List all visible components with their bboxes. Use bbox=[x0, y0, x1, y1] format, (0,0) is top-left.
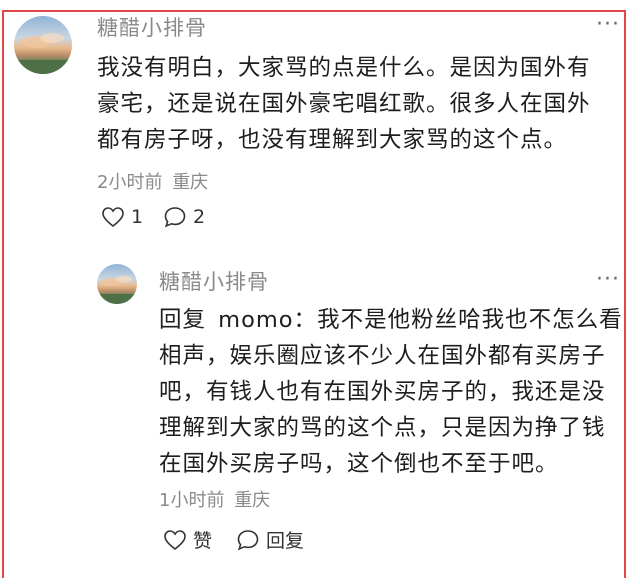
reply-label: 回复 bbox=[266, 530, 305, 552]
like-count: 1 bbox=[131, 206, 144, 228]
sunset-landscape-icon bbox=[14, 33, 72, 74]
reply-count: 2 bbox=[193, 206, 206, 228]
comment-time: 2小时前 bbox=[97, 172, 163, 193]
comment-line: 我没有明白，大家骂的点是什么。是因为国外有 bbox=[97, 55, 591, 81]
reply-count-button[interactable]: 2 bbox=[163, 206, 205, 228]
comment-author[interactable]: 糖醋小排骨 bbox=[97, 12, 207, 42]
avatar[interactable] bbox=[14, 16, 72, 74]
reply-first-line: 回复 momo：我不是他粉丝哈我也不怎么看 bbox=[159, 302, 623, 338]
comment-location: 重庆 bbox=[172, 172, 209, 193]
comment-line: 都有房子呀，也没有理解到大家骂的这个点。 bbox=[97, 127, 568, 153]
reply-line: 理解到大家的骂的这个点，只是因为挣了钱 bbox=[159, 415, 606, 441]
reply-reply-button[interactable]: 回复 bbox=[236, 526, 304, 553]
reply-body: 回复 momo：我不是他粉丝哈我也不怎么看 相声，娱乐圈应该不少人在国外都有买房… bbox=[159, 302, 623, 482]
speech-bubble-icon bbox=[164, 207, 186, 228]
reply-separator: ： bbox=[293, 307, 318, 333]
like-label: 赞 bbox=[193, 530, 213, 552]
reply-like-button[interactable]: 赞 bbox=[163, 526, 212, 553]
reply-location: 重庆 bbox=[234, 490, 271, 511]
speech-bubble-icon bbox=[237, 529, 259, 550]
like-button[interactable]: 1 bbox=[101, 206, 143, 228]
comment-meta: 2小时前 重庆 bbox=[97, 168, 208, 194]
reply-line: 相声，娱乐圈应该不少人在国外都有买房子 bbox=[159, 343, 606, 369]
ellipsis-icon[interactable]: ··· bbox=[596, 269, 620, 291]
reply-meta: 1小时前 重庆 bbox=[159, 486, 270, 512]
reply-line: 吧，有钱人也有在国外买房子的，我还是没 bbox=[159, 379, 606, 405]
reply-target-user[interactable]: momo bbox=[218, 307, 293, 333]
comment-body: 我没有明白，大家骂的点是什么。是因为国外有 豪宅，还是说在国外豪宅唱红歌。很多人… bbox=[97, 50, 591, 158]
avatar[interactable] bbox=[97, 264, 137, 304]
reply-author[interactable]: 糖醋小排骨 bbox=[159, 266, 269, 296]
heart-icon bbox=[164, 529, 186, 550]
reply-time: 1小时前 bbox=[159, 490, 225, 511]
heart-icon bbox=[102, 207, 124, 228]
reply-line: 我不是他粉丝哈我也不怎么看 bbox=[317, 307, 623, 333]
ellipsis-icon[interactable]: ··· bbox=[596, 14, 620, 36]
comment-line: 豪宅，还是说在国外豪宅唱红歌。很多人在国外 bbox=[97, 91, 591, 117]
reply-line: 在国外买房子吗，这个倒也不至于吧。 bbox=[159, 451, 559, 477]
reply-prefix: 回复 bbox=[159, 307, 207, 333]
sunset-landscape-icon bbox=[97, 275, 137, 304]
